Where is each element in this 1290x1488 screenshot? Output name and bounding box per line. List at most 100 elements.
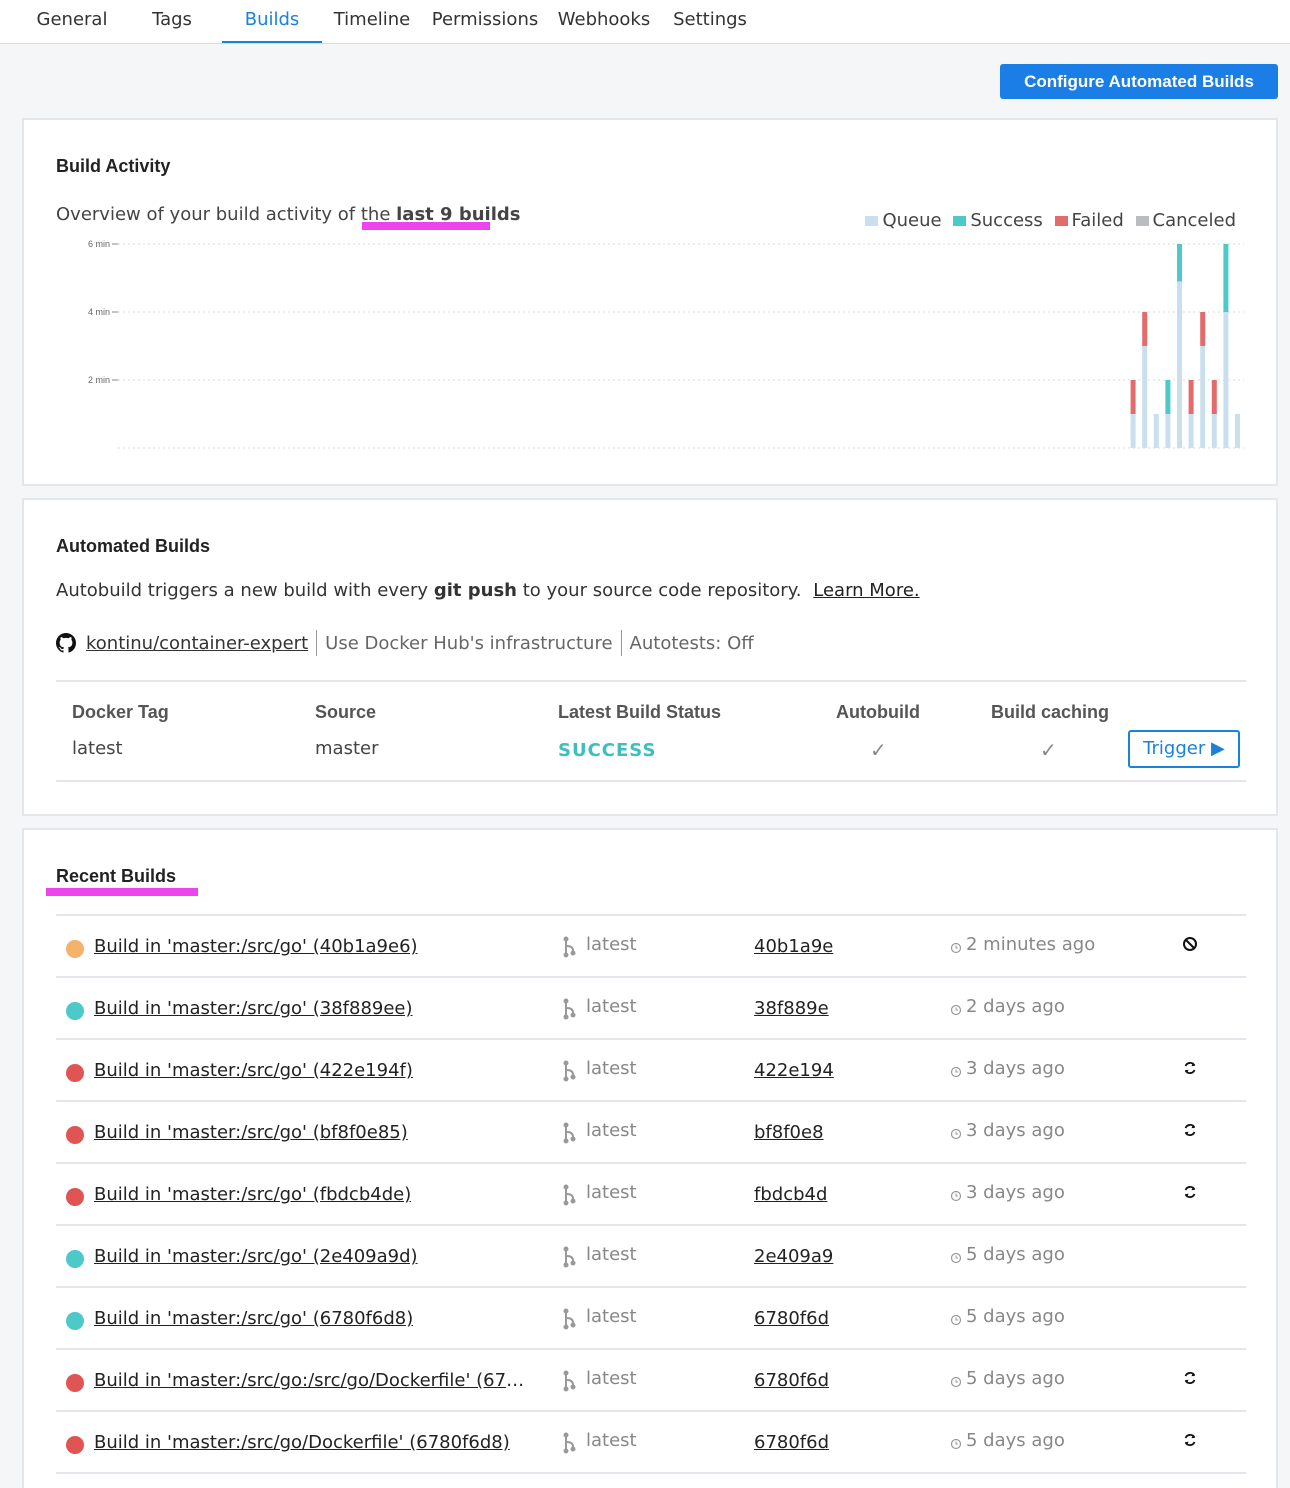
clock-icon xyxy=(950,1314,962,1326)
commit-link[interactable]: 2e409a9 xyxy=(754,1246,833,1267)
build-name-link[interactable]: Build in 'master:/src/go/Dockerfile' (67… xyxy=(94,1432,510,1453)
autobuild-check-icon: ✓ xyxy=(870,738,887,762)
legend-swatch-success xyxy=(953,216,967,226)
bar-segment-queue xyxy=(1165,414,1171,448)
build-name-link[interactable]: Build in 'master:/src/go' (38f889ee) xyxy=(94,998,413,1019)
tab-builds[interactable]: Builds xyxy=(222,0,322,43)
highlight-underline xyxy=(46,888,198,896)
retry-build-icon[interactable] xyxy=(1180,1368,1200,1388)
branch-tag-icon xyxy=(563,1122,576,1144)
y-tick-label: 2 min xyxy=(88,375,110,385)
commit-link[interactable]: 422e194 xyxy=(754,1060,834,1081)
build-tag: latest xyxy=(586,934,637,955)
build-row: Build in 'master:/src/go/Dockerfile' (67… xyxy=(56,1412,1246,1474)
commit-link[interactable]: 6780f6d xyxy=(754,1432,829,1453)
divider xyxy=(316,630,318,656)
repo-link[interactable]: kontinu/container-expert xyxy=(86,633,308,654)
commit-link[interactable]: 6780f6d xyxy=(754,1308,829,1329)
bar-segment-failed xyxy=(1211,380,1217,414)
legend-success: Success xyxy=(953,210,1043,231)
rule-docker-tag: latest xyxy=(72,738,123,759)
build-row: Build in 'master:/src/go' (2e409a9d) lat… xyxy=(56,1226,1246,1288)
configure-automated-builds-button[interactable]: Configure Automated Builds xyxy=(1000,64,1278,99)
build-time: 3 days ago xyxy=(966,1120,1065,1141)
tab-webhooks[interactable]: Webhooks xyxy=(552,0,656,43)
commit-link[interactable]: 38f889e xyxy=(754,998,829,1019)
commit-link[interactable]: 6780f6d xyxy=(754,1370,829,1391)
legend-failed: Failed xyxy=(1054,210,1124,231)
bar-segment-queue xyxy=(1235,414,1240,448)
retry-build-icon[interactable] xyxy=(1180,1120,1200,1140)
retry-build-icon[interactable] xyxy=(1180,1430,1200,1450)
build-name-link[interactable]: Build in 'master:/src/go' (422e194f) xyxy=(94,1060,413,1081)
bar-segment-failed xyxy=(1130,380,1136,414)
build-time: 2 days ago xyxy=(966,996,1065,1017)
learn-more-link[interactable]: Learn More. xyxy=(813,580,919,601)
build-name-link[interactable]: Build in 'master:/src/go:/src/go/Dockerf… xyxy=(94,1370,530,1391)
branch-tag-icon xyxy=(563,1370,576,1392)
bar-segment-queue xyxy=(1130,414,1136,448)
automated-builds-card: Automated Builds Autobuild triggers a ne… xyxy=(22,498,1278,816)
bar-segment-success xyxy=(1177,244,1182,282)
recent-builds-list: Build in 'master:/src/go' (40b1a9e6) lat… xyxy=(56,914,1246,1474)
commit-link[interactable]: bf8f0e8 xyxy=(754,1122,824,1143)
build-tag: latest xyxy=(586,1368,637,1389)
build-activity-chart: 6 min 4 min 2 min xyxy=(88,239,1244,449)
build-status-queued-icon xyxy=(66,940,84,958)
clock-icon xyxy=(950,1376,962,1388)
build-status-failed-icon xyxy=(66,1064,84,1082)
cancel-build-icon[interactable] xyxy=(1180,934,1200,954)
trigger-button[interactable]: Trigger ▶ xyxy=(1128,730,1240,768)
y-tick-label: 4 min xyxy=(88,307,110,317)
build-activity-title: Build Activity xyxy=(56,156,171,176)
legend-swatch-queue xyxy=(865,216,879,226)
automated-builds-title: Automated Builds xyxy=(56,536,211,556)
retry-build-icon[interactable] xyxy=(1180,1058,1200,1078)
bar-segment-success xyxy=(1165,380,1171,414)
bar-segment-failed xyxy=(1188,380,1194,414)
header-docker-tag: Docker Tag xyxy=(72,702,169,722)
legend-canceled: Canceled xyxy=(1135,210,1236,231)
build-row: Build in 'master:/src/go' (422e194f) lat… xyxy=(56,1040,1246,1102)
highlight-underline xyxy=(362,222,490,230)
branch-tag-icon xyxy=(563,1060,576,1082)
build-name-link[interactable]: Build in 'master:/src/go' (2e409a9d) xyxy=(94,1246,418,1267)
build-tag: latest xyxy=(586,1430,637,1451)
bar-segment-queue xyxy=(1142,346,1148,448)
branch-tag-icon xyxy=(563,998,576,1020)
commit-link[interactable]: fbdcb4d xyxy=(754,1184,827,1205)
build-time: 5 days ago xyxy=(966,1368,1065,1389)
bar-segment-queue xyxy=(1211,414,1217,448)
header-source: Source xyxy=(315,702,377,722)
y-tick-label: 6 min xyxy=(88,239,110,249)
branch-tag-icon xyxy=(563,1308,576,1330)
build-name-link[interactable]: Build in 'master:/src/go' (6780f6d8) xyxy=(94,1308,413,1329)
tab-permissions[interactable]: Permissions xyxy=(426,0,544,43)
build-time: 3 days ago xyxy=(966,1182,1065,1203)
header-build-caching: Build caching xyxy=(991,702,1110,722)
build-name-link[interactable]: Build in 'master:/src/go' (fbdcb4de) xyxy=(94,1184,411,1205)
bar-segment-queue xyxy=(1200,346,1206,448)
tab-general[interactable]: General xyxy=(22,0,122,43)
build-time: 2 minutes ago xyxy=(966,934,1096,955)
tab-settings[interactable]: Settings xyxy=(666,0,754,43)
legend-label: Canceled xyxy=(1152,210,1236,231)
bar-segment-queue xyxy=(1188,414,1194,448)
desc-bold: git push xyxy=(433,580,517,601)
build-activity-card: Build Activity Overview of your build ac… xyxy=(22,118,1278,486)
build-time: 3 days ago xyxy=(966,1058,1065,1079)
branch-tag-icon xyxy=(563,1184,576,1206)
tab-tags[interactable]: Tags xyxy=(122,0,222,43)
build-status-failed-icon xyxy=(66,1374,84,1392)
tab-timeline[interactable]: Timeline xyxy=(322,0,422,43)
commit-link[interactable]: 40b1a9e xyxy=(754,936,833,957)
overview-text: Overview of your build activity of the xyxy=(56,204,391,225)
legend-label: Success xyxy=(970,210,1043,231)
recent-builds-title: Recent Builds xyxy=(56,866,177,886)
clock-icon xyxy=(950,1190,962,1202)
build-name-link[interactable]: Build in 'master:/src/go' (40b1a9e6) xyxy=(94,936,418,957)
legend-swatch-failed xyxy=(1054,216,1068,226)
autotests-status: Autotests: Off xyxy=(629,632,754,654)
retry-build-icon[interactable] xyxy=(1180,1182,1200,1202)
build-name-link[interactable]: Build in 'master:/src/go' (bf8f0e85) xyxy=(94,1122,408,1143)
